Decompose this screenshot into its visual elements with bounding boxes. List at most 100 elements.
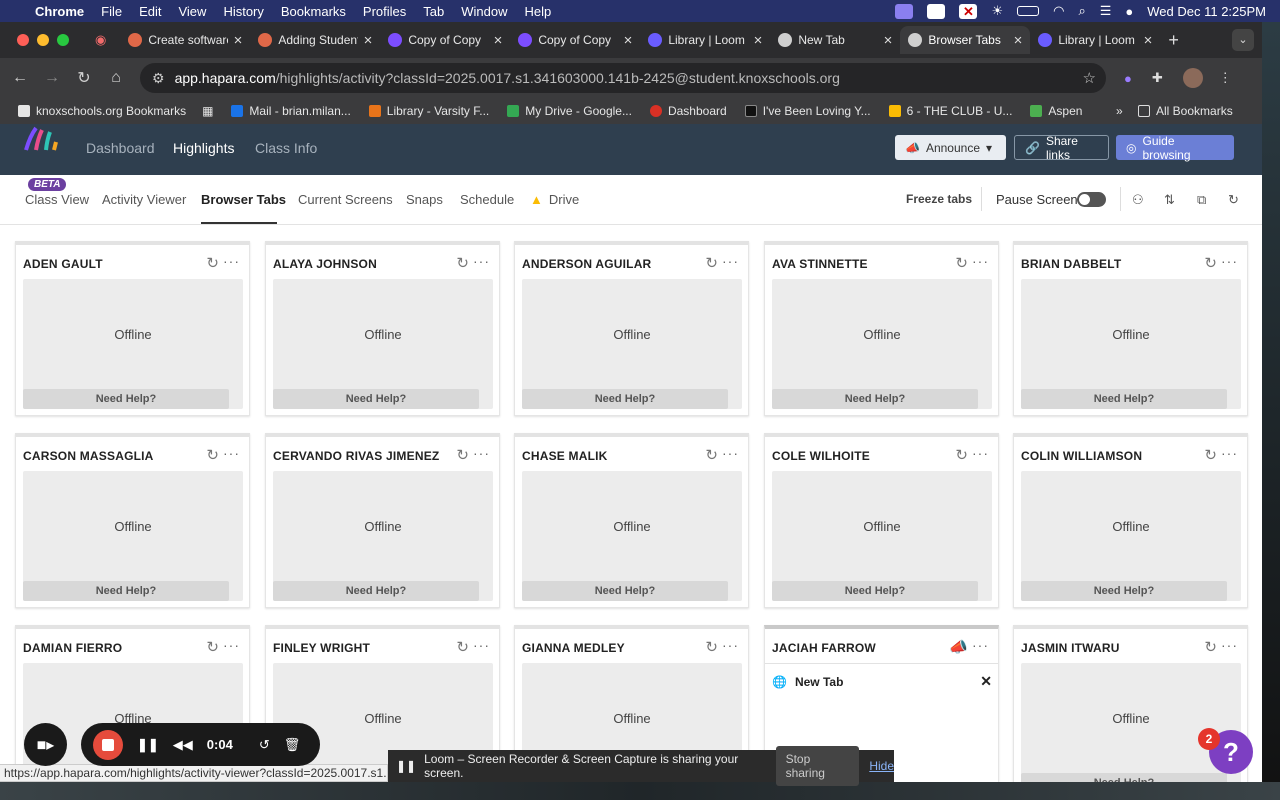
refresh-icon[interactable]: ↻ [1204,446,1217,464]
more-options-icon[interactable]: ··· [223,445,240,461]
need-help-button[interactable]: Need Help? [1021,581,1227,601]
more-options-icon[interactable]: ··· [223,637,240,653]
close-tab-icon[interactable]: ✕ [980,673,992,690]
back-icon[interactable]: ← [4,69,36,87]
more-options-icon[interactable]: ··· [473,445,490,461]
share-links-button[interactable]: 🔗 Share links [1014,134,1109,162]
refresh-icon[interactable]: ↻ [206,254,219,272]
browser-tab[interactable]: Library | Loom × [1030,26,1160,54]
bookmark-item[interactable]: Mail - brian.milan... [231,104,351,118]
student-card[interactable]: CARSON MASSAGLIA ↻ ··· Offline Need Help? [15,433,250,608]
open-external-icon[interactable]: ⧉ [1197,192,1206,208]
stop-recording-button[interactable] [93,729,123,760]
menu-help[interactable]: Help [525,4,552,19]
need-help-button[interactable]: Need Help? [522,581,728,601]
refresh-icon[interactable]: ↻ [705,254,718,272]
refresh-icon[interactable]: ↻ [456,446,469,464]
stop-sharing-button[interactable]: Stop sharing [775,746,860,786]
menu-history[interactable]: History [223,4,263,19]
restart-icon[interactable]: ↺ [259,737,270,753]
bookmark-item[interactable]: 6 - THE CLUB - U... [888,104,1012,118]
browser-tab-active[interactable]: Browser Tabs × [900,26,1031,54]
refresh-all-icon[interactable]: ↻ [1228,192,1239,208]
bookmark-item[interactable]: Aspen [1030,104,1082,118]
need-help-button[interactable]: Need Help? [23,581,229,601]
profile-avatar[interactable] [1182,68,1203,88]
more-options-icon[interactable]: ··· [1221,445,1238,461]
bookmark-star-icon[interactable]: ☆ [1083,69,1096,87]
student-card[interactable]: CERVANDO RIVAS JIMENEZ ↻ ··· Offline Need… [265,433,500,608]
refresh-icon[interactable]: ↻ [955,446,968,464]
student-card[interactable]: ALAYA JOHNSON ↻ ··· Offline Need Help? [265,241,500,416]
more-options-icon[interactable]: ··· [972,637,989,653]
status-close-icon[interactable]: ✕ [959,3,978,19]
more-options-icon[interactable]: ··· [473,253,490,269]
all-bookmarks[interactable]: All Bookmarks [1138,104,1233,118]
forward-icon[interactable]: → [36,69,68,87]
more-options-icon[interactable]: ··· [972,253,989,269]
tab-close-icon[interactable]: × [1144,32,1153,49]
menu-bookmarks[interactable]: Bookmarks [281,4,346,19]
announce-button[interactable]: 📣 Announce ▾ [895,135,1006,160]
bookmark-item[interactable]: I've Been Loving Y... [744,104,871,118]
rewind-icon[interactable]: ◀◀ [173,737,193,753]
control-center-icon[interactable]: ☰ [1100,3,1112,19]
need-help-button[interactable]: Need Help? [1021,389,1227,409]
menu-app-name[interactable]: Chrome [35,4,84,19]
menu-profiles[interactable]: Profiles [363,4,406,19]
refresh-icon[interactable]: ↻ [1204,638,1217,656]
student-card[interactable]: COLE WILHOITE ↻ ··· Offline Need Help? [764,433,999,608]
siri-icon[interactable]: ● [1125,4,1133,19]
more-options-icon[interactable]: ··· [972,445,989,461]
nav-dashboard[interactable]: Dashboard [86,140,155,156]
bookmark-item[interactable]: My Drive - Google... [507,104,632,118]
clock[interactable]: Wed Dec 11 2:25PM [1147,4,1266,19]
need-help-button[interactable]: Need Help? [522,389,728,409]
nav-class-info[interactable]: Class Info [255,140,317,156]
extension-icon[interactable]: ● [1124,71,1132,86]
refresh-icon[interactable]: ↻ [206,446,219,464]
more-options-icon[interactable]: ··· [722,253,739,269]
tab-schedule[interactable]: Schedule [460,192,514,207]
need-help-button[interactable]: Need Help? [772,581,978,601]
browser-tab[interactable]: Library | Loom × [640,26,770,54]
need-help-button[interactable]: Need Help? [772,389,978,409]
tab-close-icon[interactable]: × [364,32,373,49]
refresh-icon[interactable]: ↻ [456,254,469,272]
tab-close-icon[interactable]: × [1014,32,1023,49]
announcement-icon[interactable]: 📣 [949,638,968,656]
browser-tab[interactable]: Copy of Copy × [380,26,510,54]
guide-browsing-button[interactable]: ◎ Guide browsing [1116,134,1234,162]
bookmark-item[interactable]: Library - Varsity F... [368,104,489,118]
more-options-icon[interactable]: ··· [722,637,739,653]
brightness-icon[interactable]: ☀ [991,3,1003,19]
tab-activity-viewer[interactable]: Activity Viewer [102,192,186,207]
site-info-icon[interactable]: ⚙ [152,70,165,87]
bookmark-item[interactable]: Dashboard [649,104,727,118]
tab-current-screens[interactable]: Current Screens [298,192,393,207]
student-card[interactable]: COLIN WILLIAMSON ↻ ··· Offline Need Help? [1013,433,1248,608]
need-help-button[interactable]: Need Help? [23,389,229,409]
pause-screens-toggle[interactable] [1077,192,1106,207]
need-help-button[interactable]: Need Help? [273,389,479,409]
address-bar[interactable]: ⚙ app.hapara.com/highlights/activity?cla… [140,63,1106,93]
refresh-icon[interactable]: ↻ [705,638,718,656]
student-card[interactable]: ANDERSON AGUILAR ↻ ··· Offline Need Help? [514,241,749,416]
menu-tab[interactable]: Tab [423,4,444,19]
refresh-icon[interactable]: ↻ [955,254,968,272]
tab-snaps[interactable]: Snaps [406,192,443,207]
tab-close-icon[interactable]: × [884,32,893,49]
battery-icon[interactable] [1017,6,1040,16]
tab-close-icon[interactable]: × [624,32,633,49]
student-card[interactable]: CHASE MALIK ↻ ··· Offline Need Help? [514,433,749,608]
apps-grid-icon[interactable]: ▦ [202,104,213,118]
close-window-icon[interactable] [17,34,29,46]
extensions-puzzle-icon[interactable]: ✚ [1152,70,1163,86]
tab-browser-tabs[interactable]: Browser Tabs [201,192,286,207]
browser-tab[interactable]: Copy of Copy × [510,26,640,54]
sort-icon[interactable]: ⇅ [1164,192,1175,208]
tab-class-view[interactable]: Class View [25,192,89,207]
home-icon[interactable]: ⌂ [100,69,132,87]
tab-close-icon[interactable]: × [754,32,763,49]
wifi-icon[interactable]: ◠ [1053,3,1064,19]
